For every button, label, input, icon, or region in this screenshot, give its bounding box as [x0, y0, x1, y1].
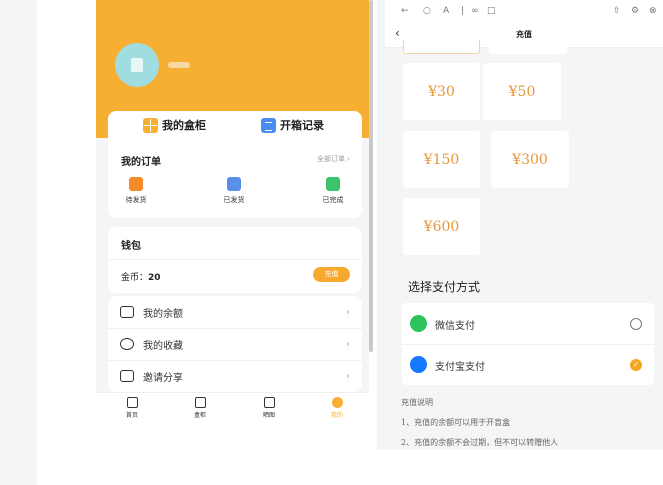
heart-icon [120, 338, 134, 350]
chevron-right-icon: › [346, 306, 350, 318]
tabbar-box-label: 盒柜 [193, 412, 206, 419]
amount-option-300[interactable]: ¥300 [491, 131, 569, 188]
box-grid-icon [143, 117, 158, 133]
grid-icon [263, 397, 275, 408]
page-title: 充值 [516, 30, 532, 39]
bottom-tabbar: 首页 盒柜 晒图 我的 [96, 392, 369, 422]
amount-option-hidden[interactable] [489, 40, 567, 54]
orders-title: 我的订单 [121, 157, 161, 168]
username-blurred [168, 62, 190, 68]
amount-option-30[interactable]: ¥30 [403, 63, 480, 120]
amount-option-hidden[interactable] [403, 40, 480, 54]
wechat-radio[interactable] [630, 318, 642, 330]
browser-toolbar: ← ○ A | ∞ □ ⇧ ⚙ ⊗ [385, 0, 663, 22]
menu-item-invite-label: 邀请分享 [143, 372, 183, 384]
clipboard-icon [261, 117, 276, 133]
menu-item-balance-label: 我的余额 [143, 308, 183, 320]
notes-title: 充值说明 [401, 398, 433, 407]
share-icon [120, 370, 134, 382]
tabbar-home-label: 首页 [125, 412, 138, 419]
avatar-placeholder-icon [131, 58, 143, 72]
coins-value: 20 [148, 273, 161, 283]
box-tabs-card: 我的盒柜 开箱记录 [108, 111, 362, 141]
link-icon[interactable]: ∞ [471, 6, 479, 16]
alipay-radio-checked[interactable]: ✓ [630, 359, 642, 371]
scrollbar[interactable] [369, 0, 373, 352]
profile-screen: 我的盒柜 开箱记录 我的订单 全部订单 › 待发货 已发货 已完成 钱包 金币：… [96, 0, 369, 485]
divider [108, 259, 362, 260]
payment-methods-card: 微信支付 支付宝支付 ✓ [402, 303, 654, 385]
menu-item-favorites-label: 我的收藏 [143, 340, 183, 352]
payment-method-title: 选择支付方式 [408, 280, 481, 294]
empty-area [96, 422, 369, 485]
pay-option-wechat-label: 微信支付 [435, 321, 475, 332]
arrow-left-icon[interactable]: ← [401, 6, 409, 16]
amount-option-50[interactable]: ¥50 [483, 63, 561, 120]
tabbar-home[interactable]: 首页 [117, 397, 147, 419]
avatar[interactable] [115, 43, 159, 87]
recharge-screen: ← ○ A | ∞ □ ⇧ ⚙ ⊗ ‹ 充值 ¥30 ¥50 ¥150 ¥300… [385, 0, 663, 450]
home-icon [126, 397, 138, 408]
page: 我的盒柜 开箱记录 我的订单 全部订单 › 待发货 已发货 已完成 钱包 金币：… [0, 0, 663, 485]
recharge-button[interactable]: 充值 [313, 267, 350, 282]
coins-balance: 金币：20 [121, 270, 161, 283]
amount-option-150[interactable]: ¥150 [403, 131, 480, 188]
order-pending-ship[interactable]: 待发货 [111, 177, 161, 205]
wechat-icon [410, 315, 427, 332]
order-shipped-label: 已发货 [223, 196, 245, 204]
settings-icon[interactable]: ⚙ [631, 6, 639, 16]
coins-label: 金币： [121, 273, 149, 283]
tabbar-box[interactable]: 盒柜 [185, 397, 215, 419]
profile-icon [331, 397, 343, 408]
menu-item-balance[interactable]: 我的余额 › [108, 296, 362, 328]
chevron-right-icon: › [346, 370, 350, 382]
order-pending-ship-label: 待发货 [125, 196, 147, 204]
note-line-2: 2、充值的余额不会过期，但不可以转赠他人 [401, 438, 559, 447]
menu-item-invite[interactable]: 邀请分享 › [108, 360, 362, 392]
refresh-icon[interactable]: ○ [423, 6, 431, 16]
tab-open-records-label: 开箱记录 [280, 119, 324, 132]
tab-open-records[interactable]: 开箱记录 [261, 117, 324, 133]
close-icon[interactable]: ⊗ [649, 6, 657, 16]
font-icon[interactable]: A [443, 6, 449, 16]
wallet-title: 钱包 [121, 241, 141, 252]
orders-card: 我的订单 全部订单 › 待发货 已发货 已完成 [108, 141, 362, 218]
left-gutter [0, 0, 37, 485]
tab-my-box-label: 我的盒柜 [162, 119, 206, 132]
completed-check-icon [326, 177, 340, 191]
tab-my-box[interactable]: 我的盒柜 [143, 117, 206, 133]
wallet-card: 钱包 金币：20 充值 [108, 227, 362, 293]
menu-item-favorites[interactable]: 我的收藏 › [108, 328, 362, 360]
window-icon[interactable]: □ [487, 6, 496, 16]
pay-option-alipay-label: 支付宝支付 [435, 362, 485, 373]
tabbar-mine[interactable]: 我的 [322, 397, 352, 419]
order-shipped[interactable]: 已发货 [209, 177, 259, 205]
wallet-icon [120, 306, 134, 318]
amount-option-600[interactable]: ¥600 [403, 198, 480, 255]
divider: | [461, 6, 465, 16]
tabbar-gallery[interactable]: 晒图 [254, 397, 284, 419]
panel-divider [377, 0, 385, 450]
order-completed-label: 已完成 [322, 196, 344, 204]
pay-option-wechat[interactable]: 微信支付 [402, 303, 654, 344]
pending-ship-icon [129, 177, 143, 191]
menu-card: 我的余额 › 我的收藏 › 邀请分享 › [108, 296, 362, 392]
all-orders-link[interactable]: 全部订单 › [317, 154, 350, 164]
alipay-icon [410, 356, 427, 373]
note-line-1: 1、充值的余额可以用于开盲盒 [401, 418, 511, 427]
share-icon[interactable]: ⇧ [613, 6, 621, 16]
box-icon [194, 397, 206, 408]
truck-icon [227, 177, 241, 191]
order-completed[interactable]: 已完成 [308, 177, 358, 205]
chevron-right-icon: › [346, 338, 350, 350]
tabbar-gallery-label: 晒图 [262, 412, 275, 419]
tabbar-mine-label: 我的 [330, 412, 343, 419]
pay-option-alipay[interactable]: 支付宝支付 ✓ [402, 344, 654, 385]
